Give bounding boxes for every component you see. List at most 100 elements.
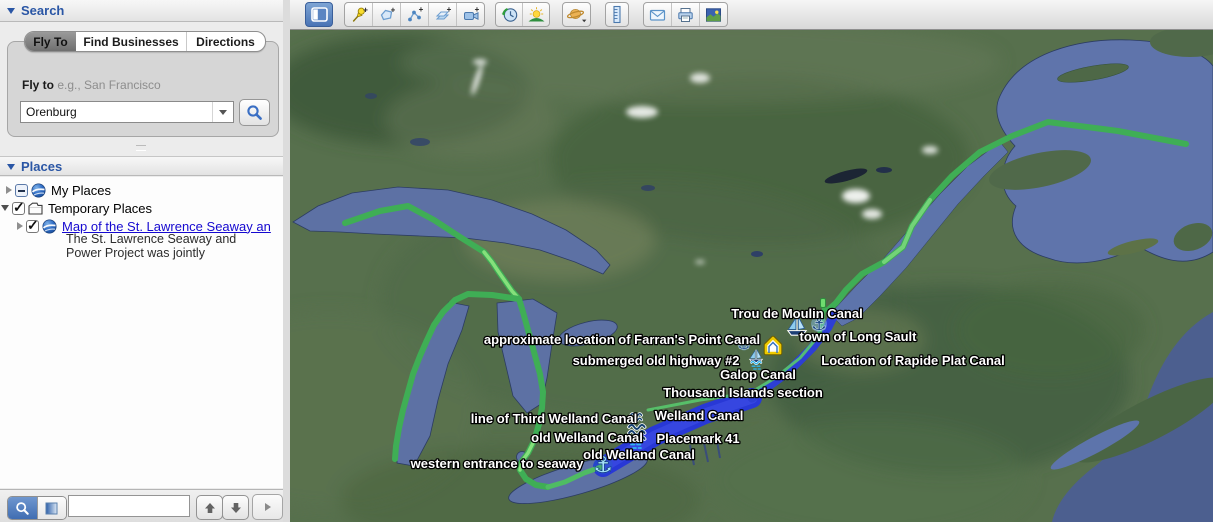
tree-row-temporary-places[interactable]: Temporary Places <box>1 199 283 217</box>
tree-row-my-places[interactable]: My Places <box>6 181 283 199</box>
envelope-icon <box>648 6 667 24</box>
fly-to-combobox <box>20 101 234 123</box>
svg-text:+: + <box>446 6 451 14</box>
map-label[interactable]: Thousand Islands section <box>663 385 823 400</box>
share-tools-group <box>643 2 728 27</box>
map-label[interactable]: line of Third Welland Canal <box>471 411 638 426</box>
tab-fly-to[interactable]: Fly To <box>25 32 76 51</box>
ruler-icon <box>611 5 623 24</box>
record-tour-button[interactable]: + <box>456 3 484 26</box>
video-camera-icon: + <box>462 6 480 24</box>
add-path-button[interactable]: + <box>400 3 428 26</box>
places-header-label: Places <box>21 159 62 174</box>
sidebar: Search Fly To Find Businesses Directions… <box>0 0 283 522</box>
magnifier-icon <box>246 104 263 121</box>
map-label[interactable]: Welland Canal <box>655 408 744 423</box>
svg-text:+: + <box>363 6 368 15</box>
sunlight-button[interactable] <box>522 3 549 26</box>
house-icon[interactable] <box>766 338 780 353</box>
search-places-button[interactable] <box>8 497 37 519</box>
printer-icon <box>676 6 695 24</box>
places-panel-header[interactable]: Places <box>0 156 283 176</box>
google-earth-window: Search Fly To Find Businesses Directions… <box>0 0 1213 522</box>
historical-imagery-button[interactable] <box>496 3 522 26</box>
globe-icon <box>31 183 46 198</box>
map-label[interactable]: town of Long Sault <box>800 329 918 344</box>
email-button[interactable] <box>644 3 671 26</box>
tree-item-label[interactable]: My Places <box>49 183 111 198</box>
polygon-icon: + <box>378 6 396 24</box>
search-panel-header[interactable]: Search <box>0 0 283 22</box>
map-image-icon <box>704 6 723 24</box>
sunrise-icon <box>527 5 546 24</box>
map-view[interactable]: ⚓ ⚓ <box>290 30 1213 522</box>
chevron-down-icon <box>219 110 227 115</box>
map-label[interactable]: submerged old highway #2 <box>573 353 740 368</box>
search-header-label: Search <box>21 3 64 18</box>
collapse-triangle-icon[interactable] <box>7 8 15 14</box>
expand-panel-button[interactable] <box>252 494 283 520</box>
fly-to-hint: e.g., San Francisco <box>57 78 160 92</box>
map-viewport[interactable]: ⚓ ⚓ <box>290 30 1213 522</box>
checkbox-mixed[interactable] <box>15 184 28 197</box>
main-toolbar: + + + <box>290 0 1213 30</box>
fly-to-label-strong: Fly to <box>22 78 54 92</box>
checkbox-checked[interactable] <box>26 220 39 233</box>
map-label[interactable]: old Welland Canal <box>583 447 695 462</box>
places-tree: My Places Temporary Places Ma <box>0 177 283 488</box>
map-label[interactable]: Trou de Moulin Canal <box>731 306 862 321</box>
fly-to-label: Fly to e.g., San Francisco <box>22 78 161 92</box>
svg-text:+: + <box>418 6 423 14</box>
tree-item-label[interactable]: Temporary Places <box>46 201 152 216</box>
svg-text:+: + <box>390 6 395 15</box>
satellite-imagery <box>290 30 1213 522</box>
places-footer-bar <box>0 489 283 522</box>
style-view-button[interactable] <box>37 497 67 519</box>
ruler-button[interactable] <box>605 2 629 27</box>
map-label[interactable]: old Welland Canal <box>531 430 643 445</box>
planets-button[interactable] <box>562 2 591 27</box>
search-button[interactable] <box>239 99 270 126</box>
time-tools-group <box>495 2 550 27</box>
create-tools-group: + + + <box>344 2 485 27</box>
expander-collapsed-icon[interactable] <box>6 186 12 194</box>
places-filter-input[interactable] <box>68 495 190 517</box>
add-image-overlay-button[interactable]: + <box>428 3 456 26</box>
image-overlay-icon: + <box>434 6 452 24</box>
search-tabbar: Fly To Find Businesses Directions <box>24 31 266 52</box>
chevron-right-icon <box>265 503 271 511</box>
move-up-button[interactable] <box>196 495 223 520</box>
path-icon: + <box>406 6 424 24</box>
checkbox-checked[interactable] <box>12 202 25 215</box>
save-image-button[interactable] <box>699 3 727 26</box>
sidebar-panel-icon <box>311 7 328 22</box>
magnifier-icon <box>15 501 30 516</box>
expander-collapsed-icon[interactable] <box>17 222 23 230</box>
globe-icon <box>42 219 57 234</box>
map-label[interactable]: Galop Canal <box>720 367 796 382</box>
folder-icon <box>28 202 43 215</box>
expander-expanded-icon[interactable] <box>1 205 9 211</box>
history-clock-icon <box>500 5 519 24</box>
map-label[interactable]: approximate location of Farran's Point C… <box>484 332 760 347</box>
map-label[interactable]: western entrance to seaway <box>410 456 584 471</box>
saturn-icon <box>566 5 588 24</box>
print-button[interactable] <box>671 3 699 26</box>
fly-to-input[interactable] <box>21 102 212 122</box>
tree-item-description-line: Power Project was jointly <box>66 246 205 260</box>
add-polygon-button[interactable]: + <box>372 3 400 26</box>
tab-find-businesses[interactable]: Find Businesses <box>76 32 186 51</box>
map-label[interactable]: Placemark 41 <box>656 431 739 446</box>
add-placemark-button[interactable]: + <box>345 3 372 26</box>
move-down-button[interactable] <box>222 495 249 520</box>
map-area: + + + <box>290 0 1213 522</box>
sidebar-toggle-button[interactable] <box>305 2 333 27</box>
panel-splitter-grip[interactable] <box>136 145 146 151</box>
map-label[interactable]: Location of Rapide Plat Canal <box>821 353 1004 368</box>
fly-to-dropdown-button[interactable] <box>212 102 233 122</box>
tree-item-description-line: The St. Lawrence Seaway and <box>66 232 236 246</box>
tab-directions[interactable]: Directions <box>186 32 264 51</box>
collapse-triangle-icon[interactable] <box>7 164 15 170</box>
places-footer-toggle-group <box>7 496 67 520</box>
pushpin-icon: + <box>350 6 368 24</box>
